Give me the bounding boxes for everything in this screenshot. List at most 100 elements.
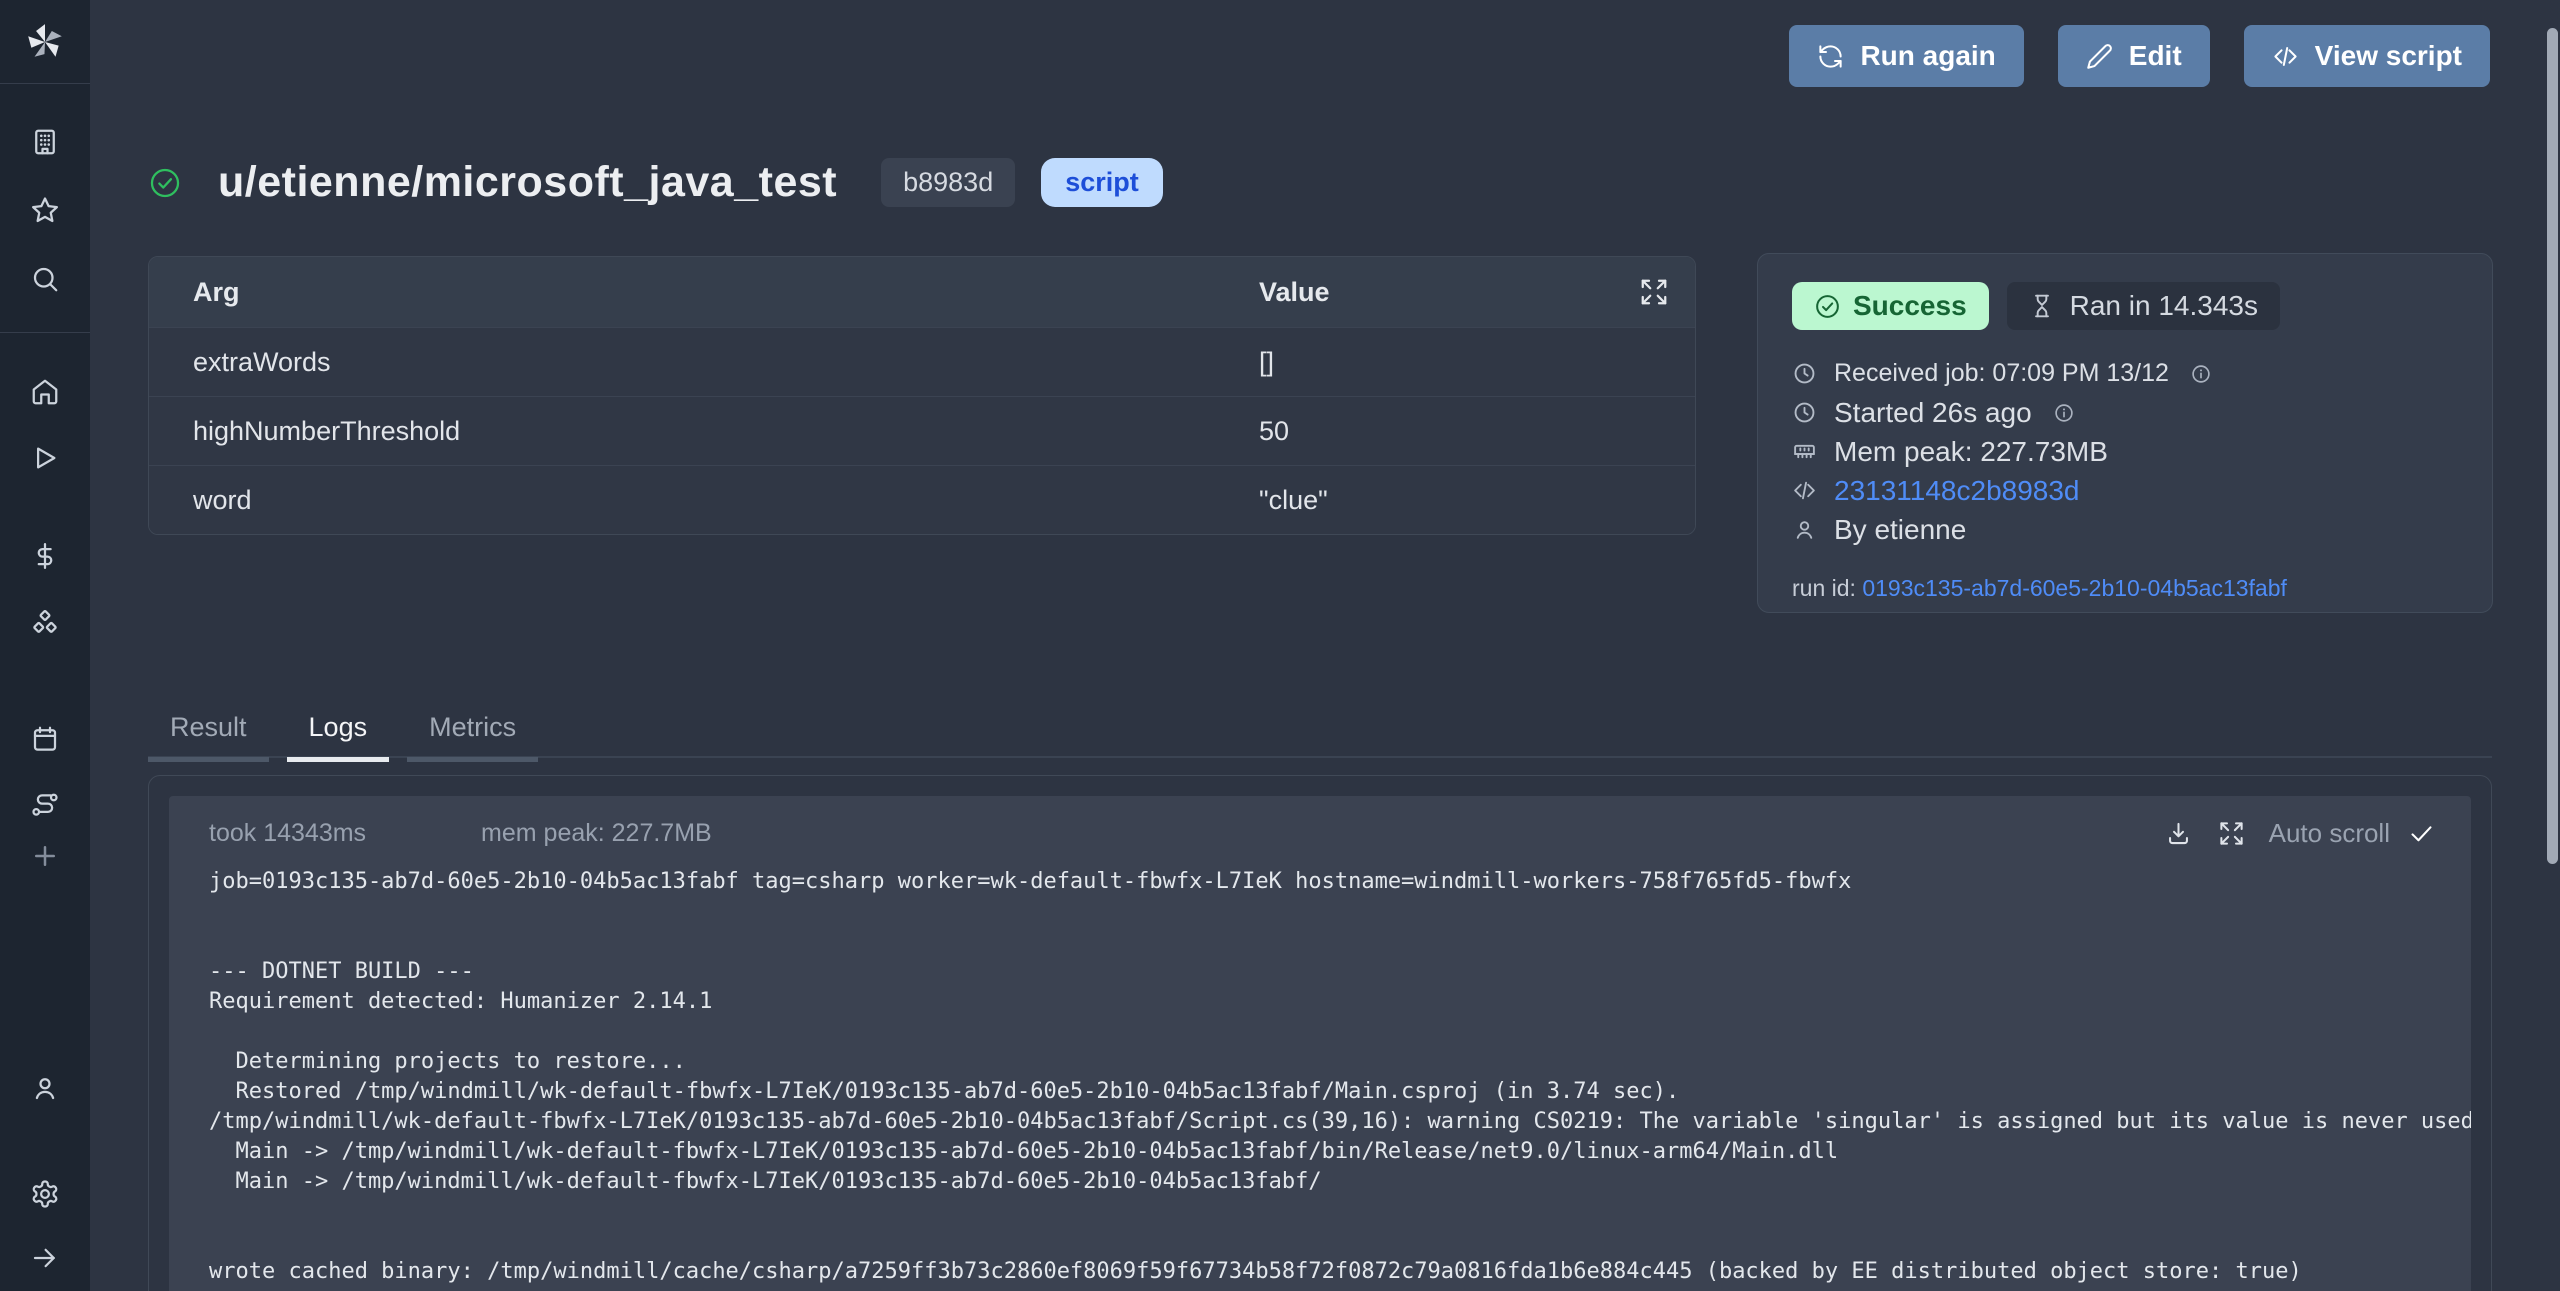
info-icon[interactable] bbox=[2053, 402, 2075, 424]
title-row: u/etienne/microsoft_java_test b8983d scr… bbox=[148, 158, 1163, 207]
table-row: word "clue" bbox=[149, 465, 1695, 534]
sidebar-item-variables[interactable] bbox=[21, 532, 69, 580]
log-mem-peak-label: mem peak: 227.7MB bbox=[481, 819, 712, 848]
run-again-button[interactable]: Run again bbox=[1789, 25, 2023, 87]
args-expand-icon[interactable] bbox=[1639, 277, 1669, 307]
search-icon bbox=[30, 264, 60, 294]
log-container: took 14343ms mem peak: 227.7MB Auto scro… bbox=[148, 775, 2492, 1291]
kind-badge: script bbox=[1041, 158, 1163, 207]
table-row: highNumberThreshold 50 bbox=[149, 396, 1695, 465]
sidebar-item-account[interactable] bbox=[21, 1064, 69, 1112]
sidebar-item-home[interactable] bbox=[21, 368, 69, 416]
sidebar-item-runs[interactable] bbox=[21, 434, 69, 482]
run-again-label: Run again bbox=[1860, 40, 1995, 72]
page-title: u/etienne/microsoft_java_test bbox=[218, 158, 837, 207]
refresh-icon bbox=[1817, 43, 1844, 70]
tab-metrics[interactable]: Metrics bbox=[407, 712, 538, 762]
arg-value: 50 bbox=[1259, 416, 1289, 447]
hash-badge: b8983d bbox=[881, 158, 1015, 207]
tab-result[interactable]: Result bbox=[148, 712, 269, 762]
script-hash-link[interactable]: 23131148c2b8983d bbox=[1834, 475, 2080, 507]
arg-name: highNumberThreshold bbox=[149, 416, 460, 447]
play-icon bbox=[30, 443, 60, 473]
toolbar: Run again Edit View script bbox=[1789, 25, 2490, 87]
windmill-logo-button[interactable] bbox=[0, 0, 90, 84]
sidebar-item-settings[interactable] bbox=[21, 1170, 69, 1218]
log-header: took 14343ms mem peak: 227.7MB Auto scro… bbox=[169, 796, 2471, 849]
view-script-label: View script bbox=[2315, 40, 2462, 72]
mem-peak-row: Mem peak: 227.73MB bbox=[1792, 432, 2458, 471]
sidebar-item-favorites[interactable] bbox=[21, 186, 69, 234]
tab-logs[interactable]: Logs bbox=[287, 712, 390, 762]
run-id-row: run id: 0193c135-ab7d-60e5-2b10-04b5ac13… bbox=[1792, 575, 2458, 602]
pencil-icon bbox=[2086, 43, 2113, 70]
route-icon bbox=[30, 790, 60, 820]
auto-scroll-label: Auto scroll bbox=[2269, 818, 2390, 849]
view-script-button[interactable]: View script bbox=[2244, 25, 2490, 87]
star-icon bbox=[30, 195, 60, 225]
args-header-value: Value bbox=[1259, 277, 1330, 308]
duration-label: Ran in 14.343s bbox=[2070, 290, 2258, 322]
received-row: Received job: 07:09 PM 13/12 bbox=[1792, 354, 2458, 393]
started-label: Started 26s ago bbox=[1834, 397, 2032, 429]
table-row: extraWords [] bbox=[149, 327, 1695, 396]
log-content[interactable]: job=0193c135-ab7d-60e5-2b10-04b5ac13fabf… bbox=[169, 867, 2471, 1287]
home-icon bbox=[30, 377, 60, 407]
plus-icon bbox=[30, 841, 60, 871]
arg-value: [] bbox=[1259, 347, 1274, 378]
by-user-row: By etienne bbox=[1792, 510, 2458, 549]
tabs: Result Logs Metrics bbox=[148, 712, 556, 762]
received-label: Received job: 07:09 PM 13/12 bbox=[1834, 359, 2169, 388]
log-took-label: took 14343ms bbox=[209, 819, 366, 848]
args-table: Arg Value extraWords [] highNumberThresh… bbox=[148, 256, 1696, 535]
auto-scroll-check-icon[interactable] bbox=[2408, 820, 2435, 847]
started-row: Started 26s ago bbox=[1792, 393, 2458, 432]
calendar-icon bbox=[30, 724, 60, 754]
expand-icon[interactable] bbox=[2218, 820, 2245, 847]
by-user-label: By etienne bbox=[1834, 514, 1966, 546]
dollar-icon bbox=[30, 541, 60, 571]
sidebar-item-collapse[interactable] bbox=[21, 1234, 69, 1282]
sidebar-item-workspace[interactable] bbox=[21, 118, 69, 166]
run-id-label: run id: bbox=[1792, 575, 1862, 601]
job-info-card: Success Ran in 14.343s Received job: 07:… bbox=[1757, 253, 2493, 613]
arg-name: extraWords bbox=[149, 347, 331, 378]
page-scrollbar[interactable] bbox=[2547, 28, 2558, 864]
clock-icon bbox=[1792, 400, 1817, 425]
sidebar-item-resources[interactable] bbox=[21, 600, 69, 648]
mem-peak-label: Mem peak: 227.73MB bbox=[1834, 436, 2108, 468]
sidebar-item-schedules[interactable] bbox=[21, 715, 69, 763]
edit-label: Edit bbox=[2129, 40, 2182, 72]
circle-check-icon bbox=[1814, 293, 1841, 320]
args-header-arg: Arg bbox=[149, 277, 240, 308]
log-panel: took 14343ms mem peak: 227.7MB Auto scro… bbox=[169, 796, 2471, 1291]
info-icon[interactable] bbox=[2190, 363, 2212, 385]
duration-chip: Ran in 14.343s bbox=[2007, 282, 2280, 330]
windmill-logo-icon bbox=[24, 21, 66, 63]
edit-button[interactable]: Edit bbox=[2058, 25, 2210, 87]
sidebar-item-add[interactable] bbox=[21, 832, 69, 880]
sidebar bbox=[0, 0, 90, 1291]
sidebar-divider bbox=[0, 332, 90, 333]
sidebar-item-flows[interactable] bbox=[21, 781, 69, 829]
sidebar-item-search[interactable] bbox=[21, 255, 69, 303]
code-icon bbox=[1792, 478, 1817, 503]
job-details: Received job: 07:09 PM 13/12 Started 26s… bbox=[1792, 354, 2458, 549]
status-row: Success Ran in 14.343s bbox=[1792, 282, 2458, 330]
arg-name: word bbox=[149, 485, 252, 516]
gear-icon bbox=[30, 1179, 60, 1209]
clock-icon bbox=[1792, 361, 1817, 386]
memory-icon bbox=[1792, 439, 1817, 464]
arg-value: "clue" bbox=[1259, 485, 1328, 516]
script-hash-row: 23131148c2b8983d bbox=[1792, 471, 2458, 510]
building-icon bbox=[30, 127, 60, 157]
run-id-link[interactable]: 0193c135-ab7d-60e5-2b10-04b5ac13fabf bbox=[1862, 575, 2287, 601]
user-icon bbox=[1792, 517, 1817, 542]
success-circle-check-icon bbox=[148, 166, 182, 200]
user-icon bbox=[30, 1073, 60, 1103]
hourglass-icon bbox=[2029, 293, 2055, 319]
status-badge: Success bbox=[1792, 282, 1989, 330]
code-icon bbox=[2272, 43, 2299, 70]
download-icon[interactable] bbox=[2165, 820, 2192, 847]
arrow-right-icon bbox=[30, 1243, 60, 1273]
